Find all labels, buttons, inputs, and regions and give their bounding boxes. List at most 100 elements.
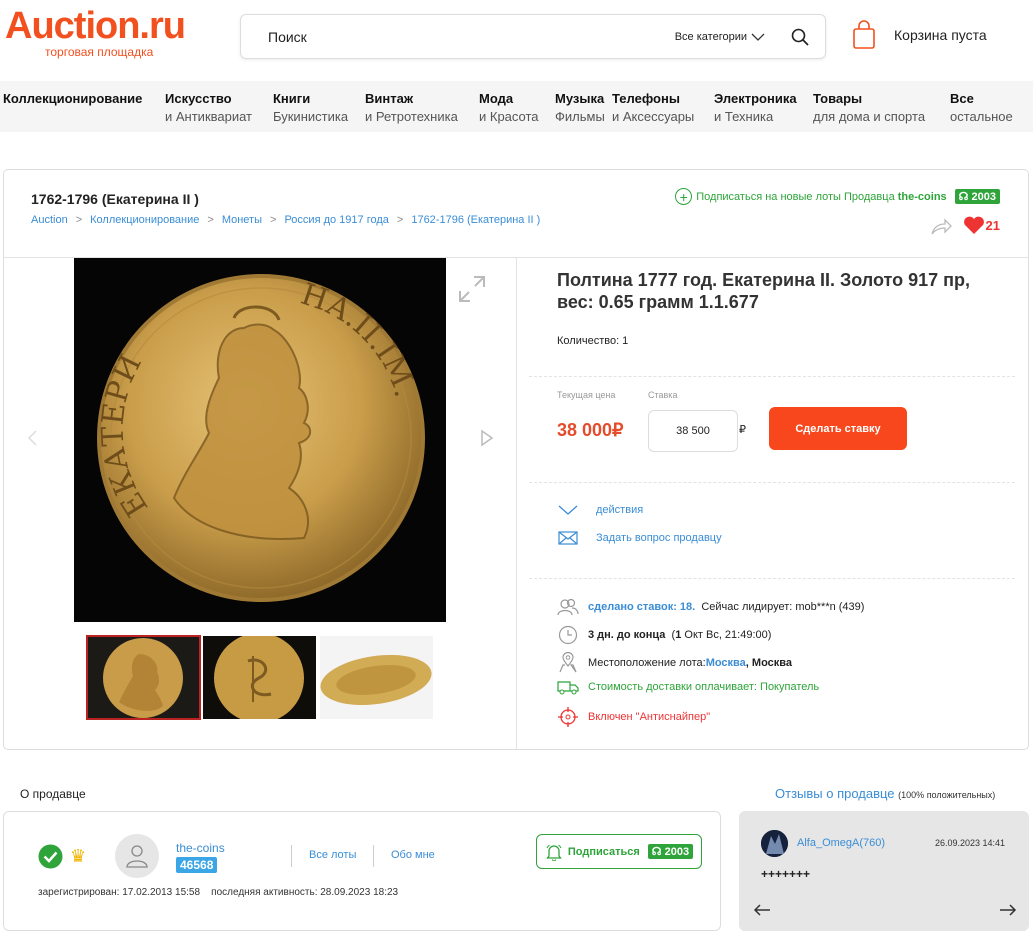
gallery-next-button[interactable]: [480, 429, 494, 452]
gallery-prev-button[interactable]: [26, 429, 38, 452]
divider: [529, 482, 1015, 483]
main-lot-image[interactable]: ЕКАТЕРИ НА.II.IМ.: [74, 258, 446, 622]
gallery-thumbnail[interactable]: [203, 636, 316, 719]
divider: [373, 845, 374, 867]
search-bar: Все категории: [240, 14, 826, 59]
review-prev-button[interactable]: [753, 903, 771, 922]
all-lots-link[interactable]: Все лоты: [309, 849, 356, 861]
seller-meta: зарегистрирован: 17.02.2013 15:58 послед…: [38, 887, 398, 898]
chevron-left-icon: [27, 430, 37, 446]
breadcrumb-separator: >: [270, 214, 277, 226]
nav-item-phones[interactable]: Телефоны и Аксессуары: [612, 90, 694, 126]
review-card: Alfa_OmegA(760) 26.09.2023 14:41 +++++++: [739, 811, 1029, 931]
nav-item-home[interactable]: Товары для дома и спорта: [813, 90, 925, 126]
reviewer-avatar[interactable]: [761, 830, 788, 857]
last-activity: последняя активность: 28.09.2023 18:23: [211, 887, 399, 898]
place-bid-button[interactable]: Сделать ставку: [769, 407, 907, 450]
nav-item-fashion[interactable]: Мода и Красота: [479, 90, 539, 126]
users-icon: [557, 598, 579, 616]
subscribe-button[interactable]: Подписаться ☊ 2003: [536, 834, 702, 869]
about-seller-link[interactable]: Обо мне: [391, 849, 435, 861]
heart-icon: [963, 216, 984, 234]
divider: [529, 578, 1015, 579]
check-circle-icon: [38, 844, 63, 869]
reviewer-name-link[interactable]: Alfa_OmegA(760): [797, 837, 885, 849]
end-date: Окт Вс, 21:49:00: [684, 629, 768, 641]
actions-dropdown[interactable]: действия: [557, 504, 643, 516]
gallery-thumbnail[interactable]: [320, 636, 433, 719]
antisniper-text: Включен "Антиснайпер": [588, 711, 711, 723]
breadcrumb-link[interactable]: Монеты: [222, 214, 262, 226]
shipping-info: Стоимость доставки оплачивает: Покупател…: [557, 679, 819, 695]
nav-item-subtitle: и Аксессуары: [612, 109, 695, 124]
reviewer-avatar-image: [761, 830, 788, 857]
lot-title: Полтина 1777 год. Екатерина II. Золото 9…: [557, 270, 971, 312]
time-left-info: 3 дн. до конца (1 Окт Вс, 21:49:00): [557, 625, 771, 645]
bids-count-link[interactable]: сделано ставок: 18.: [588, 601, 695, 613]
nav-item-books[interactable]: Книги Букинистика: [273, 90, 348, 126]
subscribers-icon: ☊: [651, 846, 662, 858]
subscribe-label: Подписаться: [567, 845, 640, 858]
site-logo[interactable]: Auction.ru торговая площадка: [5, 6, 205, 59]
nav-item-subtitle: для дома и спорта: [813, 109, 926, 124]
nav-item-title: Мода: [479, 91, 514, 106]
cart-label: Корзина пуста: [894, 27, 987, 43]
breadcrumb-link[interactable]: Auction: [31, 214, 68, 226]
ask-seller-label: Задать вопрос продавцу: [596, 532, 722, 544]
reviews-summary: (100% положительных): [898, 790, 996, 800]
nav-item-vintage[interactable]: Винтаж и Ретротехника: [365, 90, 458, 126]
chevron-down-icon: [751, 33, 765, 41]
breadcrumb-link[interactable]: Коллекционирование: [90, 214, 199, 226]
location-region: , Москва: [745, 657, 793, 669]
review-next-button[interactable]: [999, 903, 1017, 922]
share-button[interactable]: [930, 217, 952, 240]
seller-avatar[interactable]: [115, 834, 159, 878]
category-select[interactable]: Все категории: [675, 31, 765, 43]
bid-amount-input[interactable]: [648, 410, 738, 452]
nav-item-title: Искусство: [165, 91, 232, 106]
seller-name-link[interactable]: the-coins: [176, 841, 225, 855]
cart[interactable]: Корзина пуста: [852, 20, 987, 50]
nav-item-music[interactable]: Музыка Фильмы: [555, 90, 605, 126]
nav-item-art[interactable]: Искусство и Антиквариат: [165, 90, 252, 126]
seller-name-link: the-coins: [897, 190, 947, 203]
location-city-link[interactable]: Москва: [706, 657, 746, 669]
expand-icon: [459, 276, 485, 302]
breadcrumb-link[interactable]: 1762-1796 (Екатерина II ): [411, 214, 540, 226]
logo-subtitle: торговая площадка: [45, 45, 154, 59]
gallery-thumbnail[interactable]: [86, 635, 201, 720]
category-title: 1762-1796 (Екатерина II ): [31, 191, 199, 207]
favorite-button[interactable]: 21: [963, 216, 1000, 235]
subscribe-seller-link[interactable]: + Подписаться на новые лоты Продавца the…: [675, 188, 1000, 205]
plus-circle-icon: +: [675, 188, 693, 205]
nav-item-subtitle: и Ретротехника: [365, 109, 458, 124]
registered-date: зарегистрирован: 17.02.2013 15:58: [38, 887, 201, 898]
bids-info: сделано ставок: 18. Сейчас лидирует: mob…: [557, 598, 864, 616]
search-input[interactable]: [268, 28, 675, 45]
chevron-right-icon: [481, 429, 494, 447]
divider: [516, 258, 517, 749]
current-price-label: Текущая цена: [557, 390, 616, 400]
nav-item-electronics[interactable]: Электроника и Техника: [714, 90, 797, 126]
ask-seller-link[interactable]: Задать вопрос продавцу: [557, 531, 722, 545]
seller-rating-badge: 46568: [176, 857, 218, 873]
fullscreen-button[interactable]: [457, 274, 487, 309]
logo-text: Auction.ru: [5, 5, 186, 47]
search-icon: [791, 28, 809, 46]
arrow-left-icon: [753, 904, 770, 916]
shopping-bag-icon: [853, 20, 875, 49]
nav-item-title: Все: [950, 91, 974, 106]
nav-item-title: Книги: [273, 91, 311, 106]
nav-item-other[interactable]: Все остальное: [950, 90, 1013, 126]
divider: [291, 845, 292, 867]
subscribers-badge: ☊ 2003: [647, 844, 694, 859]
bell-icon: [546, 844, 562, 861]
search-button[interactable]: [785, 22, 815, 52]
nav-item-collecting[interactable]: Коллекционирование: [3, 90, 142, 108]
coin-thumbnail-reverse: [203, 636, 316, 719]
antisniper-info: Включен "Антиснайпер": [557, 706, 710, 728]
user-icon: [126, 845, 148, 868]
breadcrumb-link[interactable]: Россия до 1917 года: [284, 214, 388, 226]
seller-reviews-link[interactable]: Отзывы о продавце (100% положительных): [775, 786, 995, 801]
envelope-icon: [558, 531, 578, 545]
